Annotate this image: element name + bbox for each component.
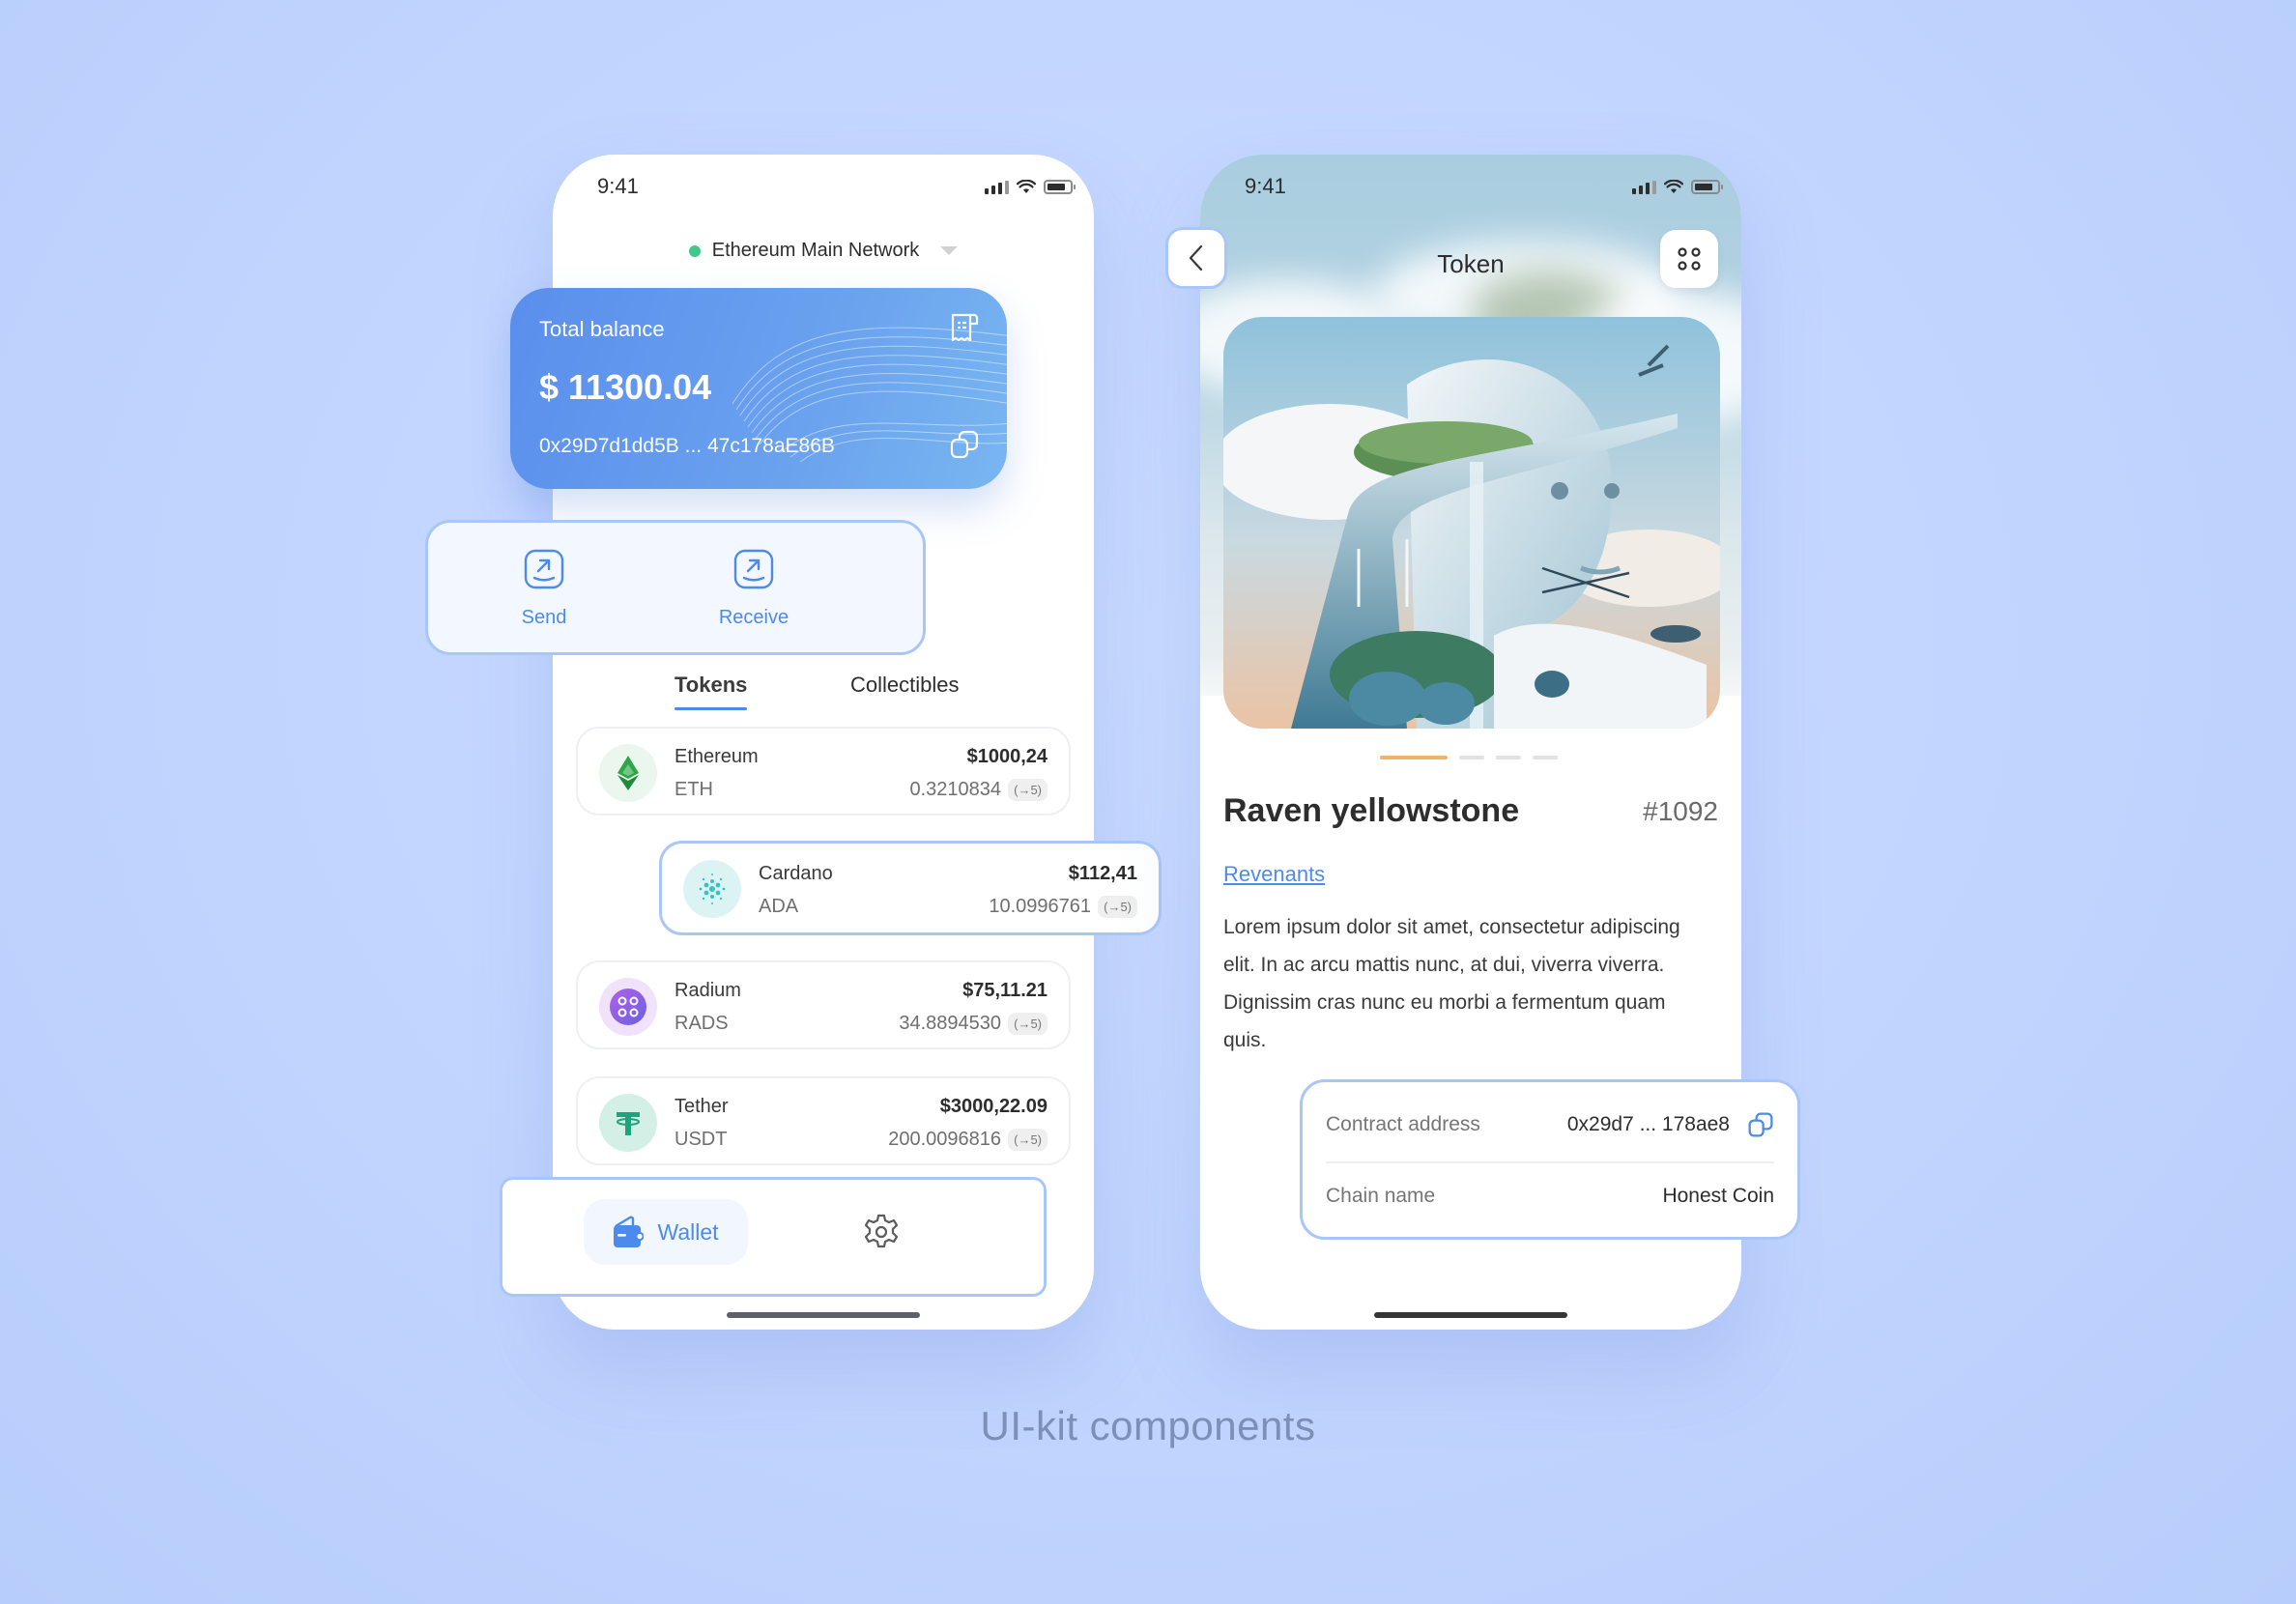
divider: [1326, 1161, 1774, 1163]
nft-name: Raven yellowstone: [1223, 792, 1520, 829]
carousel-dot[interactable]: [1459, 756, 1484, 759]
more-options-button[interactable]: [1660, 230, 1718, 288]
wallet-address: 0x29D7d1dd5B ... 47c178aE86B: [539, 435, 835, 457]
tab-collectibles[interactable]: Collectibles: [850, 673, 960, 698]
status-icons: [985, 180, 1076, 194]
bottom-navigation: Wallet: [500, 1177, 1047, 1297]
detail-value: 0x29d7 ... 178ae8: [1567, 1111, 1774, 1138]
token-amount: 0.3210834: [909, 779, 1001, 800]
token-symbol: ADA: [759, 896, 799, 917]
detail-row-chain-name: Chain name Honest Coin: [1326, 1167, 1774, 1225]
token-usd-value: $112,41: [1068, 863, 1137, 884]
status-bar: 9:41: [553, 155, 1094, 213]
receive-arrow-icon: [733, 549, 774, 589]
cellular-signal-icon: [1632, 180, 1656, 194]
token-usd-value: $75,11.21: [962, 980, 1048, 1001]
wifi-icon: [1017, 180, 1036, 193]
token-row-tether[interactable]: Tether USDT $3000,22.09 200.0096816 (→5): [576, 1076, 1071, 1165]
chevron-left-icon: [1189, 244, 1203, 272]
network-selector[interactable]: Ethereum Main Network: [553, 240, 1094, 262]
token-name: Cardano: [759, 863, 833, 884]
send-label: Send: [521, 607, 567, 628]
cellular-signal-icon: [985, 180, 1009, 194]
chain-name-value: Honest Coin: [1662, 1185, 1774, 1207]
detail-label: Chain name: [1326, 1185, 1436, 1207]
contract-address-value: 0x29d7 ... 178ae8: [1566, 1113, 1730, 1135]
token-row-cardano[interactable]: Cardano ADA $112,41 10.0996761 (→5): [659, 841, 1162, 935]
token-change-badge: (→5): [1008, 1129, 1048, 1151]
token-amount: 34.8894530: [899, 1013, 1001, 1034]
copy-icon[interactable]: [949, 429, 980, 460]
nav-item-wallet[interactable]: Wallet: [584, 1199, 748, 1265]
token-change-badge: (→5): [1008, 779, 1048, 801]
tether-icon: [599, 1094, 657, 1152]
carousel-indicator: [1380, 756, 1558, 759]
quick-actions-card: Send Receive: [425, 520, 926, 655]
carousel-dot-active[interactable]: [1380, 756, 1448, 759]
receive-button[interactable]: Receive: [696, 548, 812, 629]
token-name: Ethereum: [674, 746, 759, 767]
nft-collection-link[interactable]: Revenants: [1223, 862, 1325, 887]
send-button[interactable]: Send: [486, 548, 602, 629]
token-symbol: RADS: [674, 1013, 729, 1034]
total-balance-label: Total balance: [539, 317, 665, 341]
grid-dots-icon: [1678, 247, 1701, 271]
chevron-down-icon: [940, 246, 959, 255]
nav-wallet-label: Wallet: [657, 1218, 719, 1245]
settings-gear-icon[interactable]: [862, 1213, 901, 1251]
receive-label: Receive: [718, 607, 789, 628]
home-indicator: [727, 1312, 920, 1318]
send-arrow-icon: [524, 549, 564, 589]
network-label: Ethereum Main Network: [711, 240, 920, 261]
status-time: 9:41: [1245, 174, 1286, 198]
cardano-icon: [683, 860, 741, 918]
token-row-radium[interactable]: Radium RADS $75,11.21 34.8894530 (→5): [576, 960, 1071, 1049]
carousel-dot[interactable]: [1496, 756, 1521, 759]
token-details-card: Contract address 0x29d7 ... 178ae8 Chain…: [1300, 1079, 1800, 1240]
back-button[interactable]: [1165, 227, 1227, 289]
status-time: 9:41: [597, 174, 639, 198]
total-balance-card: Total balance $ 11300.04 0x29D7d1dd5B ..…: [510, 288, 1007, 489]
token-name: Radium: [674, 980, 741, 1001]
ethereum-icon: [599, 744, 657, 802]
token-symbol: USDT: [674, 1129, 728, 1150]
tab-tokens[interactable]: Tokens: [674, 673, 748, 710]
token-symbol: ETH: [674, 779, 713, 800]
nft-artwork-image[interactable]: [1223, 317, 1720, 729]
total-balance-amount: $ 11300.04: [539, 367, 712, 407]
token-row-ethereum[interactable]: Ethereum ETH $1000,24 0.3210834 (→5): [576, 727, 1071, 816]
token-usd-value: $3000,22.09: [939, 1096, 1048, 1117]
token-name: Tether: [674, 1096, 729, 1117]
network-status-dot: [688, 244, 701, 257]
status-icons: [1632, 180, 1723, 194]
token-amount: 200.0096816: [888, 1129, 1001, 1150]
nft-description: Lorem ipsum dolor sit amet, consectetur …: [1223, 916, 1680, 1051]
token-change-badge: (→5): [1098, 896, 1137, 918]
battery-icon: [1691, 180, 1723, 194]
detail-label: Contract address: [1326, 1113, 1480, 1135]
radium-icon: [599, 978, 657, 1036]
battery-icon: [1044, 180, 1076, 194]
carousel-dot[interactable]: [1533, 756, 1558, 759]
wallet-icon: [614, 1216, 645, 1247]
asset-tabs: Tokens Collectibles: [553, 673, 1094, 730]
detail-row-contract-address: Contract address 0x29d7 ... 178ae8: [1326, 1096, 1774, 1154]
wifi-icon: [1664, 180, 1683, 193]
token-change-badge: (→5): [1008, 1013, 1048, 1035]
showcase-caption: UI-kit components: [980, 1403, 1316, 1448]
receipt-icon[interactable]: [949, 311, 980, 344]
token-amount: 10.0996761: [989, 896, 1091, 917]
home-indicator: [1374, 1312, 1567, 1318]
token-usd-value: $1000,24: [966, 746, 1048, 767]
nft-id: #1092: [1643, 796, 1718, 826]
status-bar: 9:41: [1200, 155, 1741, 213]
copy-icon[interactable]: [1747, 1111, 1774, 1138]
